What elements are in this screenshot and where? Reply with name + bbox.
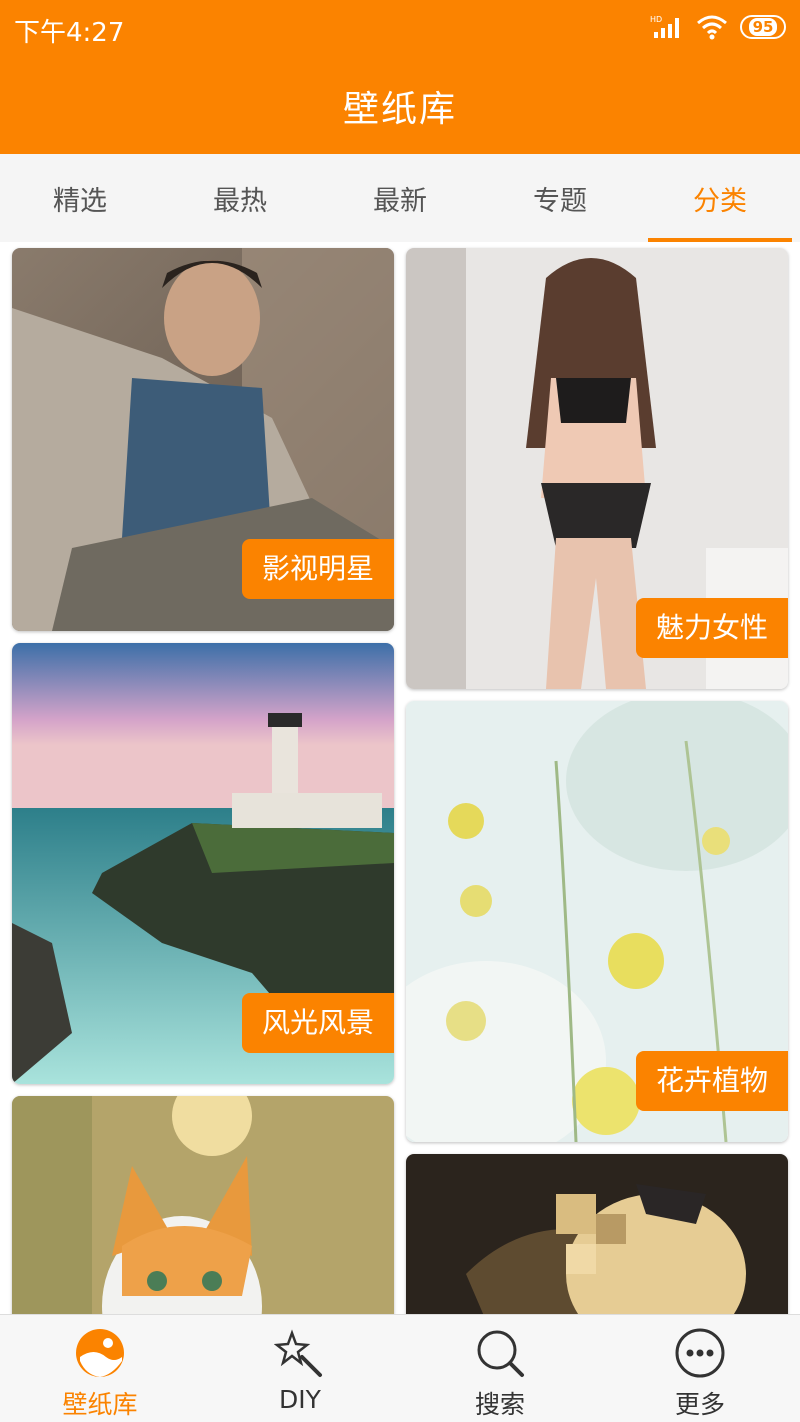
nav-label: 壁纸库 <box>62 1390 138 1419</box>
nav-label: DIY <box>279 1385 321 1414</box>
bottom-nav: 壁纸库 DIY 搜索 更多 <box>0 1314 800 1422</box>
nav-diy[interactable]: DIY <box>200 1315 400 1422</box>
anime-image <box>406 1154 788 1314</box>
category-label: 风光风景 <box>241 993 394 1053</box>
page-title: 壁纸库 <box>342 89 457 130</box>
nav-more[interactable]: 更多 <box>600 1315 800 1422</box>
category-card-women[interactable]: 魅力女性 <box>406 248 788 689</box>
wallpaper-library-icon <box>76 1329 124 1377</box>
nav-label: 搜索 <box>474 1390 525 1419</box>
category-card-anime[interactable] <box>406 1154 788 1314</box>
tab-bar: 精选 最热 最新 专题 分类 <box>0 154 800 242</box>
status-icons: HD 95 <box>650 12 786 42</box>
category-grid: 影视明星 魅力女性 风光风景 花卉植物 <box>0 242 800 1314</box>
battery-icon: 95 <box>740 15 786 39</box>
search-icon <box>477 1330 524 1377</box>
category-card-celebrities[interactable]: 影视明星 <box>12 248 394 631</box>
tab-newest[interactable]: 最新 <box>320 154 480 242</box>
status-time: 下午4:27 <box>14 18 125 48</box>
tab-featured[interactable]: 精选 <box>0 154 160 242</box>
nav-search[interactable]: 搜索 <box>400 1315 600 1422</box>
category-card-animals[interactable] <box>12 1096 394 1314</box>
battery-level: 95 <box>748 18 778 36</box>
kitten-image <box>12 1096 394 1314</box>
wifi-icon <box>697 15 727 40</box>
nav-wallpaper-library[interactable]: 壁纸库 <box>0 1315 200 1422</box>
tab-categories[interactable]: 分类 <box>640 154 800 242</box>
network-label: HD <box>650 15 662 24</box>
category-card-flowers[interactable]: 花卉植物 <box>406 701 788 1142</box>
category-label: 影视明星 <box>241 539 394 599</box>
nav-label: 更多 <box>674 1390 725 1419</box>
more-icon <box>675 1328 725 1378</box>
app-header: 下午4:27 HD 95 壁纸库 <box>0 0 800 154</box>
signal-icon: HD <box>650 15 679 38</box>
magic-wand-icon <box>274 1329 322 1377</box>
tab-topics[interactable]: 专题 <box>480 154 640 242</box>
category-card-scenery[interactable]: 风光风景 <box>12 643 394 1084</box>
category-label: 花卉植物 <box>635 1051 788 1111</box>
category-label: 魅力女性 <box>635 598 788 658</box>
tab-hottest[interactable]: 最热 <box>160 154 320 242</box>
